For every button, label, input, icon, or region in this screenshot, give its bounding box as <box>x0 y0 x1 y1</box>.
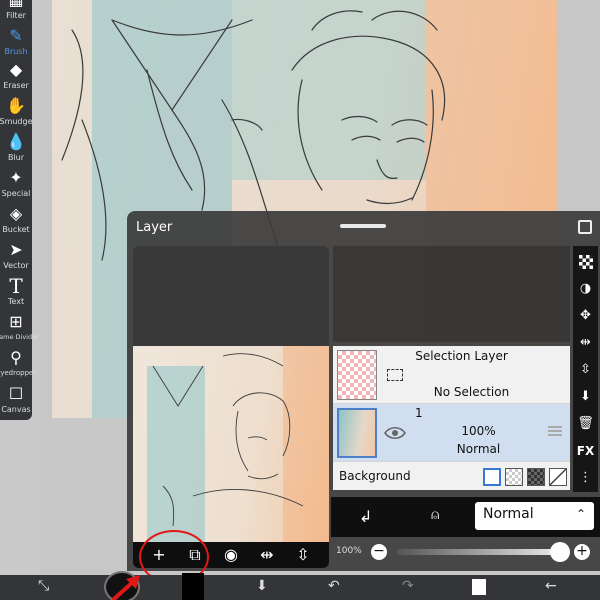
redo-icon[interactable]: ↷ <box>402 579 414 593</box>
camera-icon[interactable]: ◉ <box>222 546 240 564</box>
fx-icon[interactable]: FX <box>573 437 598 464</box>
layer-side-tools: ◑ ✥ ⇹ ⇳ ⬇ 🗑 FX ⋮ <box>573 246 598 492</box>
opacity-decrease-button[interactable]: − <box>371 544 387 560</box>
eyedropper-icon: ⚲ <box>10 348 22 367</box>
background-label: Background <box>339 469 411 483</box>
tool-canvas[interactable]: ☐ Canvas <box>0 380 32 424</box>
flip-vertical-icon[interactable]: ⇳ <box>294 546 312 564</box>
filter-icon: ▦ <box>7 0 25 10</box>
merge-down-icon[interactable]: ⇳ <box>573 356 598 383</box>
background-row[interactable]: Background <box>333 462 570 490</box>
layer-1-blend: Normal <box>456 442 501 456</box>
layer-list-overlay <box>333 246 570 342</box>
back-arrow-icon[interactable]: ← <box>545 579 557 593</box>
blend-mode-value: Normal <box>483 506 534 522</box>
download-icon[interactable]: ⬇ <box>573 383 598 410</box>
tool-brush-label: Brush <box>4 47 28 56</box>
app-root: ▦ Filter ✎ Brush ◆ Eraser ✋ Smudge 💧 Blu… <box>0 0 600 600</box>
smudge-icon: ✋ <box>6 96 26 115</box>
background-custom-swatch[interactable] <box>549 468 567 486</box>
chevron-up-icon: ⌃ <box>575 507 586 521</box>
color-swatch[interactable] <box>182 573 204 600</box>
background-transparent-swatch[interactable] <box>505 468 523 486</box>
tool-canvas-label: Canvas <box>1 405 31 414</box>
transform-icon[interactable]: ⤡ <box>38 579 49 593</box>
text-icon: T <box>9 274 23 298</box>
background-white-swatch[interactable] <box>483 468 501 486</box>
layer-1-number: 1 <box>415 406 423 420</box>
move-icon[interactable]: ✥ <box>573 302 598 329</box>
layer-list: Selection Layer No Selection 1 100% Norm… <box>333 246 570 508</box>
tool-filter-label: Filter <box>6 11 26 20</box>
panel-drag-handle[interactable] <box>340 224 386 228</box>
special-icon: ✦ <box>9 168 23 187</box>
vector-icon: ➤ <box>9 240 23 259</box>
tool-sidebar: ▦ Filter ✎ Brush ◆ Eraser ✋ Smudge 💧 Blu… <box>0 0 39 420</box>
tool-text-label: Text <box>7 297 25 306</box>
opacity-increase-button[interactable]: + <box>574 544 590 560</box>
blur-icon: 💧 <box>6 132 26 151</box>
layer-row-1[interactable]: 1 100% Normal <box>333 404 570 462</box>
layer-row-selection[interactable]: Selection Layer No Selection <box>333 346 570 404</box>
bucket-icon: ◈ <box>9 204 23 223</box>
drag-handle-icon[interactable] <box>548 426 562 436</box>
selection-marquee-icon <box>387 369 403 381</box>
opacity-label: 100% <box>336 546 362 556</box>
undo-icon[interactable]: ↶ <box>328 579 340 593</box>
preview-thumbnail <box>133 346 329 542</box>
frame-divider-icon: ⊞ <box>9 312 23 331</box>
layer-panel-title: Layer <box>136 220 173 235</box>
opacity-control: 100% − + <box>331 538 600 568</box>
more-icon[interactable]: ⋮ <box>573 464 598 491</box>
tool-eraser-label: Eraser <box>3 81 29 90</box>
tool-smudge-label: Smudge <box>0 117 33 126</box>
tool-eyedropper-label: Eyedropper <box>0 369 37 377</box>
flip-horizontal-icon[interactable]: ⇹ <box>258 546 276 564</box>
tool-special-label: Special <box>1 189 31 198</box>
canvas-icon: ☐ <box>8 384 24 403</box>
tool-bucket-label: Bucket <box>2 225 30 234</box>
layer-panel: Layer + ⧉ ◉ ⇹ ⇳ Selection Layer No Selec… <box>127 211 600 571</box>
layer-preview[interactable]: + ⧉ ◉ ⇹ ⇳ <box>133 246 329 568</box>
tool-vector-label: Vector <box>3 261 29 270</box>
bottom-toolbar: ⤡ ⬇ ↶ ↷ ← <box>0 571 600 600</box>
trash-icon[interactable]: 🗑 <box>573 410 598 437</box>
selection-status: No Selection <box>433 385 510 399</box>
tool-blur-label: Blur <box>7 153 25 162</box>
brush-icon: ✎ <box>9 26 23 45</box>
background-dark-swatch[interactable] <box>527 468 545 486</box>
eraser-icon: ◆ <box>9 60 23 79</box>
selection-layer-title: Selection Layer <box>415 349 508 363</box>
window-toggle-icon[interactable] <box>578 220 592 234</box>
flip-icon[interactable]: ⇹ <box>573 329 598 356</box>
blend-bar: ↲ ⍝ Normal ⌃ <box>331 497 600 537</box>
layers-icon[interactable] <box>472 579 486 595</box>
opacity-slider-track[interactable] <box>397 549 564 555</box>
opacity-slider-thumb[interactable] <box>550 542 570 562</box>
clipping-arrow-icon[interactable]: ↲ <box>359 507 372 526</box>
red-arrow-icon <box>112 575 140 600</box>
tool-frame-divider-label: Frame Divider <box>0 333 39 341</box>
preview-overlay <box>133 246 329 346</box>
clip-mask-icon[interactable]: ◑ <box>573 275 598 302</box>
layer-1-opacity: 100% <box>461 424 496 438</box>
checker-icon[interactable] <box>573 248 598 275</box>
download-icon[interactable]: ⬇ <box>256 579 268 593</box>
blend-mode-select[interactable]: Normal ⌃ <box>475 502 594 530</box>
lock-alpha-icon[interactable]: ⍝ <box>431 507 439 523</box>
